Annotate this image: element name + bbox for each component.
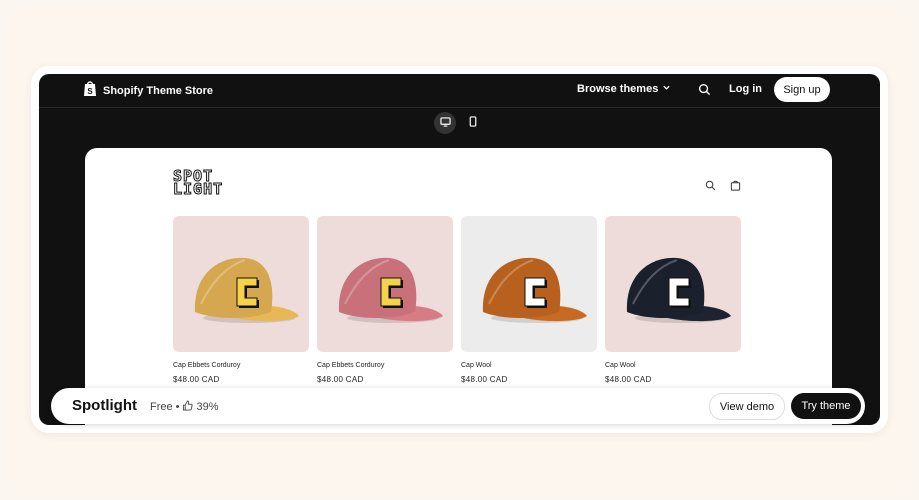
product-card[interactable]: Cap Wool $48.00 CAD	[461, 216, 597, 384]
browse-themes-menu[interactable]: Browse themes	[577, 83, 671, 95]
product-image[interactable]	[317, 216, 453, 352]
store-logo-line2: LIGHT	[172, 180, 224, 198]
store-header-icons	[705, 178, 741, 196]
product-image[interactable]	[461, 216, 597, 352]
store-preview: SPOT LIGHT Cap Ebbets Corduroy $48.00 CAD…	[85, 148, 832, 425]
product-name[interactable]: Cap Ebbets Corduroy	[173, 362, 309, 369]
mobile-icon	[469, 114, 477, 132]
top-navigation-bar: S Shopify Theme Store Browse themes Log …	[39, 74, 880, 108]
product-price: $48.00 CAD	[173, 375, 220, 384]
search-icon[interactable]	[698, 83, 711, 101]
cap-image-icon	[194, 257, 299, 323]
device-toggle	[434, 112, 484, 134]
theme-action-bar: Spotlight Free • 39% View demo Try theme	[51, 388, 865, 424]
theme-price: Free	[150, 401, 173, 413]
product-grid: Cap Ebbets Corduroy $48.00 CAD Cap Ebbets …	[173, 216, 741, 384]
view-demo-button[interactable]: View demo	[709, 393, 785, 420]
product-card[interactable]: Cap Wool $48.00 CAD	[605, 216, 741, 384]
chevron-down-icon	[662, 83, 671, 95]
theme-name: Spotlight	[72, 397, 137, 414]
desktop-view-button[interactable]	[434, 112, 456, 134]
product-name[interactable]: Cap Wool	[461, 362, 597, 369]
signup-button[interactable]: Sign up	[774, 77, 830, 102]
cap-image-icon	[626, 257, 731, 323]
meta-separator: •	[175, 401, 180, 413]
cart-icon[interactable]	[730, 178, 741, 196]
mobile-view-button[interactable]	[462, 112, 484, 134]
cap-image-icon	[338, 257, 443, 323]
store-logo[interactable]: SPOT LIGHT	[172, 168, 224, 198]
store-search-icon[interactable]	[705, 178, 716, 196]
svg-text:S: S	[87, 87, 93, 96]
product-name[interactable]: Cap Ebbets Corduroy	[317, 362, 453, 369]
logo-text: Shopify Theme Store	[103, 85, 214, 97]
product-card[interactable]: Cap Ebbets Corduroy $48.00 CAD	[317, 216, 453, 384]
login-link[interactable]: Log in	[729, 83, 762, 95]
cap-image-icon	[482, 257, 587, 323]
product-card[interactable]: Cap Ebbets Corduroy $48.00 CAD	[173, 216, 309, 384]
theme-preview-window: S Shopify Theme Store Browse themes Log …	[39, 74, 880, 425]
browse-themes-label: Browse themes	[577, 83, 659, 95]
shopify-bag-icon: S	[83, 80, 97, 102]
try-theme-button[interactable]: Try theme	[791, 393, 861, 419]
theme-rating: 39%	[196, 401, 219, 413]
product-price: $48.00 CAD	[461, 375, 508, 384]
thumbs-up-icon	[182, 400, 194, 414]
product-image[interactable]	[605, 216, 741, 352]
product-price: $48.00 CAD	[605, 375, 652, 384]
product-image[interactable]	[173, 216, 309, 352]
theme-meta: Free • 39%	[150, 400, 219, 414]
product-name[interactable]: Cap Wool	[605, 362, 741, 369]
product-price: $48.00 CAD	[317, 375, 364, 384]
shopify-logo[interactable]: S Shopify Theme Store	[83, 80, 213, 102]
desktop-icon	[439, 114, 451, 132]
